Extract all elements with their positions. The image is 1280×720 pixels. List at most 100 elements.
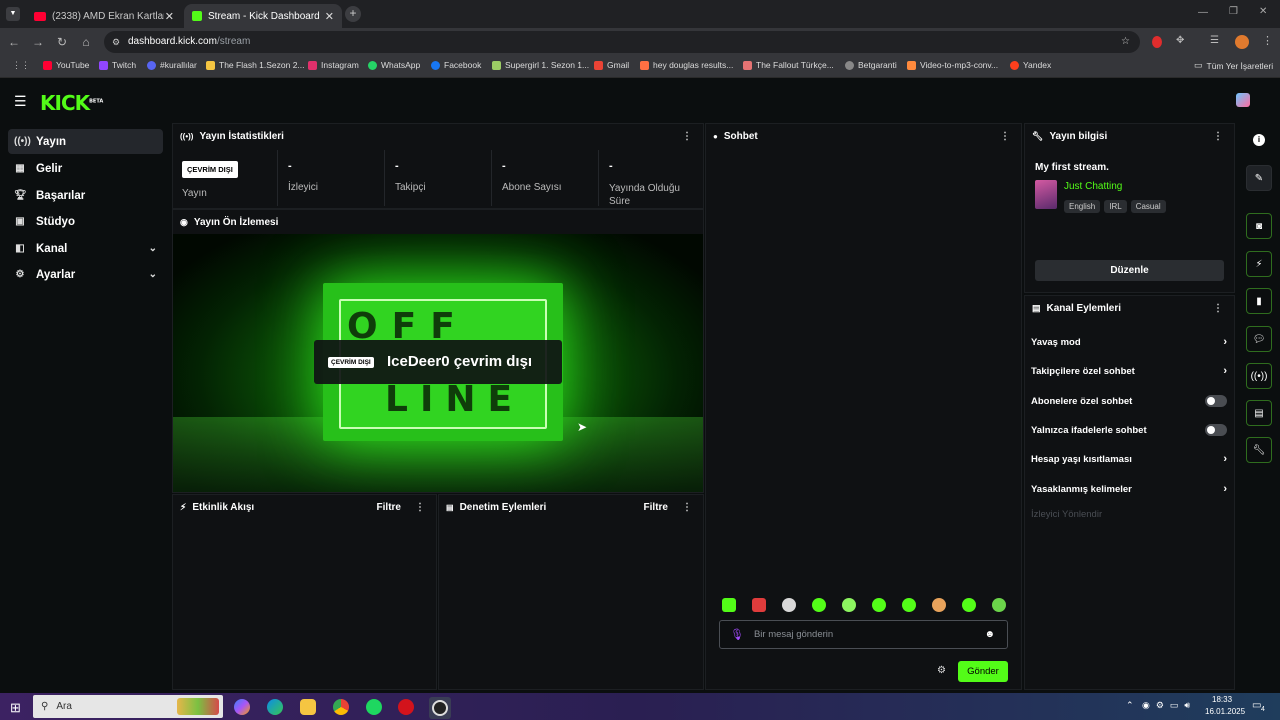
apps-grid-icon[interactable]: ⋮⋮ <box>12 60 30 71</box>
forward-icon[interactable]: → <box>30 34 46 50</box>
activity-filter-button[interactable]: Filtre <box>377 502 401 513</box>
sidebar-item-yayin[interactable]: ((•)) Yayın <box>8 129 163 154</box>
minimize-icon[interactable]: — <box>1198 7 1208 18</box>
rail-stream-info-button[interactable]: 🔧︎ <box>1246 437 1272 463</box>
site-info-icon[interactable]: ⚙ <box>112 31 120 53</box>
bookmark-betgaranti[interactable]: Betgaranti <box>845 60 897 70</box>
rail-broadcast-button[interactable]: ((•)) <box>1246 363 1272 389</box>
chat-settings-icon[interactable]: ⚙ <box>937 665 946 676</box>
bookmark-hey-douglas[interactable]: hey douglas results... <box>640 60 733 70</box>
bookmark-yandex[interactable]: Yandex <box>1010 60 1051 70</box>
tab-list-button[interactable]: ▼ <box>6 7 20 21</box>
file-explorer-icon[interactable] <box>300 699 316 715</box>
windows-start-icon[interactable]: ⊞ <box>10 700 21 716</box>
action-followers-only[interactable]: Takipçilere özel sohbet › <box>1031 365 1227 377</box>
emoji-icon[interactable]: ☻ <box>984 629 995 640</box>
rail-preview-button[interactable]: ◙ <box>1246 213 1272 239</box>
emotes-only-toggle[interactable] <box>1205 424 1227 436</box>
new-tab-button[interactable]: + <box>345 6 361 22</box>
more-options-icon[interactable]: ⋮ <box>1213 131 1223 142</box>
chrome-icon[interactable] <box>333 699 349 715</box>
rail-activity-button[interactable]: ⚡︎ <box>1246 251 1272 277</box>
more-options-icon[interactable]: ⋮ <box>1000 131 1010 142</box>
reload-icon[interactable]: ↻ <box>54 34 70 50</box>
bookmark-whatsapp[interactable]: WhatsApp <box>368 60 420 70</box>
emote-icon[interactable] <box>872 598 886 612</box>
profile-avatar[interactable] <box>1235 35 1249 49</box>
sidebar-item-studyo[interactable]: ▣ Stüdyo <box>8 209 163 234</box>
kick-logo[interactable]: KICKBETA <box>40 91 103 115</box>
tag-chip[interactable]: Casual <box>1130 200 1166 213</box>
emote-icon[interactable] <box>782 598 796 612</box>
sidebar-item-kanal[interactable]: ◧ Kanal ⌄ <box>8 236 163 261</box>
extensions-icon[interactable]: ✥ <box>1176 35 1184 46</box>
home-icon[interactable]: ⌂ <box>78 34 94 50</box>
rail-channel-actions-button[interactable]: ▤ <box>1246 400 1272 426</box>
bookmark-video-to-mp3[interactable]: Video-to-mp3-conv... <box>907 60 998 70</box>
bookmark-instagram[interactable]: Instagram <box>308 60 359 70</box>
action-slow-mode[interactable]: Yavaş mod › <box>1031 336 1227 348</box>
rail-chat-button[interactable]: 💬︎ <box>1246 326 1272 352</box>
category-thumbnail[interactable] <box>1035 180 1057 209</box>
category-link[interactable]: Just Chatting <box>1064 181 1122 192</box>
bookmark-facebook[interactable]: Facebook <box>431 60 481 70</box>
tray-icons[interactable]: ◉⚙▭🔊︎ <box>1142 700 1196 711</box>
bookmark-star-icon[interactable]: ☆ <box>1121 31 1130 53</box>
taskbar-search-input[interactable]: ⚲ Ara <box>33 695 223 718</box>
action-account-age[interactable]: Hesap yaşı kısıtlaması › <box>1031 453 1227 465</box>
more-options-icon[interactable]: ⋮ <box>682 502 692 513</box>
emote-icon[interactable] <box>812 598 826 612</box>
moderation-filter-button[interactable]: Filtre <box>644 502 668 513</box>
emote-icon[interactable] <box>752 598 766 612</box>
bookmark-fallout[interactable]: The Fallout Türkçe... <box>743 60 834 70</box>
chat-message-input[interactable]: 🎙︎ Bir mesaj gönderin ☻ <box>719 620 1008 649</box>
hamburger-menu-icon[interactable]: ☰ <box>14 93 27 110</box>
subscribers-only-toggle[interactable] <box>1205 395 1227 407</box>
more-options-icon[interactable]: ⋮ <box>1213 303 1223 314</box>
close-icon[interactable]: ✕ <box>325 10 334 23</box>
emote-icon[interactable] <box>842 598 856 612</box>
window-close-icon[interactable]: ✕ <box>1259 6 1267 17</box>
all-bookmarks-folder[interactable]: ▭ Tüm Yer İşaretleri <box>1194 60 1273 71</box>
microphone-icon[interactable]: 🎙︎ <box>730 628 744 641</box>
close-icon[interactable]: ✕ <box>165 10 174 23</box>
offline-preview-image[interactable]: OFF LINE ÇEVRİM DIŞI IceDeer0 çevrim dış… <box>173 234 703 492</box>
sidebar-item-basarilar[interactable]: 🏆︎ Başarılar <box>8 183 163 208</box>
obs-icon[interactable] <box>429 697 451 719</box>
action-banned-words[interactable]: Yasaklanmış kelimeler › <box>1031 483 1227 495</box>
restore-icon[interactable]: ❐ <box>1229 6 1238 17</box>
emote-icon[interactable] <box>722 598 736 612</box>
tag-chip[interactable]: English <box>1064 200 1101 213</box>
opera-icon[interactable] <box>398 699 414 715</box>
bookmark-flash[interactable]: The Flash 1.Sezon 2... <box>206 60 305 70</box>
back-icon[interactable]: ← <box>6 34 22 50</box>
edge-icon[interactable] <box>267 699 283 715</box>
more-options-icon[interactable]: ⋮ <box>682 131 692 142</box>
extension-red-icon[interactable] <box>1152 36 1162 48</box>
more-options-icon[interactable]: ⋮ <box>415 502 425 513</box>
rail-moderation-button[interactable]: ▮ <box>1246 288 1272 314</box>
sidebar-item-gelir[interactable]: ▦ Gelir <box>8 156 163 181</box>
browser-menu-icon[interactable]: ⋮ <box>1262 34 1273 47</box>
bookmark-twitch[interactable]: Twitch <box>99 60 136 70</box>
send-button[interactable]: Gönder <box>958 661 1008 682</box>
tag-chip[interactable]: IRL <box>1104 200 1127 213</box>
emote-icon[interactable] <box>992 598 1006 612</box>
rail-edit-button[interactable]: ✎ <box>1246 165 1272 191</box>
reading-list-icon[interactable]: ☰ <box>1210 35 1219 46</box>
info-icon[interactable]: i <box>1253 134 1265 146</box>
bookmark-kurallilar[interactable]: #kurallılar <box>147 60 197 70</box>
user-avatar[interactable] <box>1236 93 1250 107</box>
edit-stream-info-button[interactable]: Düzenle <box>1035 260 1224 281</box>
bookmark-youtube[interactable]: YouTube <box>43 60 89 70</box>
tray-chevron-icon[interactable]: ⌃ <box>1126 700 1134 711</box>
copilot-icon[interactable] <box>234 699 250 715</box>
bookmark-supergirl[interactable]: Supergirl 1. Sezon 1... <box>492 60 589 70</box>
tab-kick-dashboard[interactable]: Stream - Kick Dashboard ✕ <box>184 4 342 28</box>
emote-icon[interactable] <box>962 598 976 612</box>
emote-icon[interactable] <box>932 598 946 612</box>
tab-youtube[interactable]: (2338) AMD Ekran Kartları İçin E ✕ <box>26 4 182 28</box>
sidebar-item-ayarlar[interactable]: ⚙ Ayarlar ⌄ <box>8 262 163 287</box>
bookmark-gmail[interactable]: Gmail <box>594 60 629 70</box>
emote-icon[interactable] <box>902 598 916 612</box>
